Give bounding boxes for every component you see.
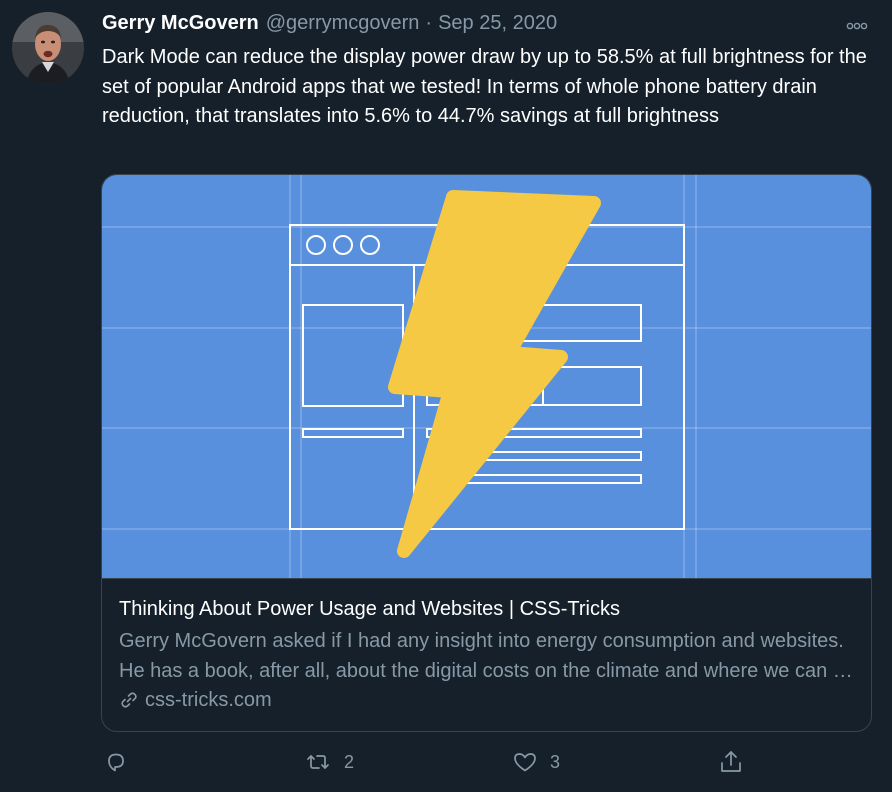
- tweet-timestamp[interactable]: Sep 25, 2020: [438, 12, 557, 35]
- more-options-icon: [846, 22, 868, 30]
- retweet-count: 2: [344, 751, 355, 772]
- share-icon: [721, 751, 741, 772]
- card-domain-text: css-tricks.com: [145, 689, 272, 711]
- avatar-photo: [12, 12, 84, 84]
- card-domain[interactable]: css-tricks.com: [119, 686, 272, 714]
- reply-icon: [108, 753, 124, 772]
- like-button[interactable]: 3: [512, 742, 560, 782]
- link-icon: [119, 690, 139, 710]
- tweet-text: Dark Mode can reduce the display power d…: [102, 46, 867, 127]
- like-count: 3: [550, 751, 561, 772]
- more-options-button[interactable]: [840, 14, 874, 38]
- tweet-header: Gerry McGovern @gerrymcgovern · Sep 25, …: [102, 12, 557, 40]
- tweet: Gerry McGovern @gerrymcgovern · Sep 25, …: [0, 0, 892, 792]
- share-button[interactable]: [718, 742, 744, 782]
- lightning-bolt-icon: [388, 190, 601, 558]
- avatar[interactable]: [12, 12, 84, 84]
- card-illustration: [102, 175, 871, 578]
- header-separator: ·: [425, 12, 433, 34]
- card-description: Gerry McGovern asked if I had any insigh…: [119, 630, 855, 682]
- reply-button[interactable]: [104, 742, 128, 782]
- link-card[interactable]: Thinking About Power Usage and Websites …: [101, 174, 872, 732]
- heart-icon: [514, 753, 536, 772]
- tweet-actions: 2 3: [0, 742, 892, 782]
- card-image: [102, 175, 871, 578]
- retweet-icon: [307, 755, 329, 769]
- card-title[interactable]: Thinking About Power Usage and Websites …: [119, 596, 859, 622]
- author-handle[interactable]: @gerrymcgovern: [266, 12, 420, 35]
- retweet-button[interactable]: 2: [304, 742, 354, 782]
- card-divider: [102, 578, 871, 579]
- author-name[interactable]: Gerry McGovern: [102, 12, 259, 35]
